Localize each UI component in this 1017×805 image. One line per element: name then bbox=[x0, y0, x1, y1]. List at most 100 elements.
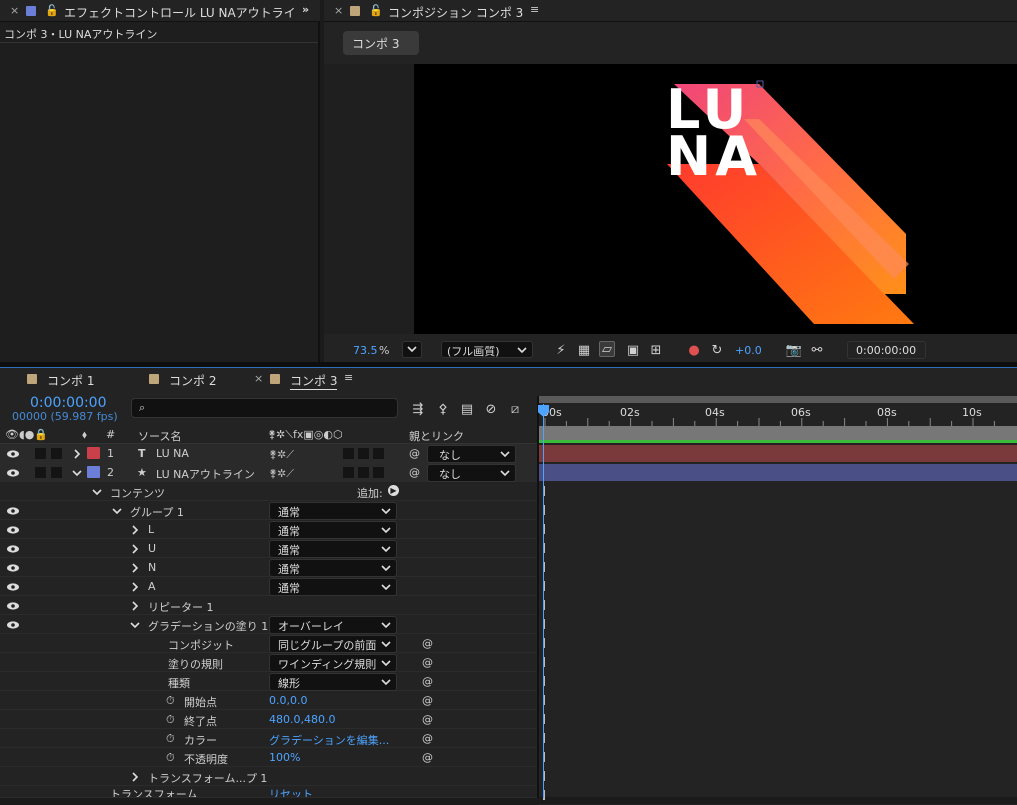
stopwatch-icon[interactable]: ⏱ bbox=[166, 694, 175, 708]
fill-rule-row[interactable]: 塗りの規則 ワインディング規則 @ bbox=[0, 653, 537, 672]
shape-row-u[interactable]: U 通常 bbox=[0, 539, 537, 558]
layer-switch-icons[interactable]: ⚵✲⟋ bbox=[269, 467, 294, 481]
pickwhip-icon[interactable]: @ bbox=[422, 675, 433, 688]
pickwhip-icon[interactable]: @ bbox=[422, 637, 433, 650]
stopwatch-icon[interactable]: ⏱ bbox=[166, 713, 175, 727]
composite-dropdown[interactable]: 同じグループの前面 bbox=[269, 635, 397, 653]
transform-group-row[interactable]: トランスフォーム...プ 1 bbox=[0, 767, 537, 786]
lock-toggle[interactable] bbox=[51, 448, 62, 459]
pickwhip-icon[interactable]: @ bbox=[409, 466, 420, 479]
panel-overflow-icon[interactable]: » bbox=[302, 3, 309, 16]
layer-switch-icons[interactable]: ⚵✲⟋ bbox=[269, 448, 294, 462]
collapse-caret-icon[interactable] bbox=[92, 487, 102, 497]
close-icon[interactable]: × bbox=[254, 372, 263, 385]
lock-icon[interactable]: 🔓 bbox=[45, 4, 59, 17]
transform-reset-link[interactable]: リセット bbox=[269, 786, 313, 797]
collapse-caret-icon[interactable] bbox=[130, 620, 140, 630]
current-time[interactable]: 0:00:00:00 bbox=[30, 395, 107, 411]
composition-tab[interactable]: × 🔓 コンポジション コンポ 3 ≡ bbox=[324, 0, 1017, 22]
start-point-row[interactable]: ⏱ 開始点 0.0,0.0 @ bbox=[0, 691, 537, 710]
pickwhip-icon[interactable]: @ bbox=[422, 656, 433, 669]
layer-label-color[interactable] bbox=[87, 447, 100, 459]
pickwhip-icon[interactable]: @ bbox=[422, 732, 433, 745]
fast-previews-icon[interactable]: ⚡ bbox=[553, 342, 569, 358]
exposure-value[interactable]: +0.0 bbox=[735, 344, 762, 357]
expand-caret-icon[interactable] bbox=[130, 544, 140, 554]
snapshot-camera-icon[interactable]: 📷 bbox=[786, 342, 802, 358]
repeater-row[interactable]: リピーター 1 bbox=[0, 596, 537, 615]
time-ruler[interactable]: 00s 02s 04s 06s 08s 10s bbox=[539, 396, 1017, 426]
tab-comp-3[interactable]: コンポ 3 bbox=[290, 372, 338, 390]
opacity-row[interactable]: ⏱ 不透明度 100% @ bbox=[0, 748, 537, 767]
grid-guides-icon[interactable]: ⊞ bbox=[648, 342, 664, 358]
collapse-caret-icon[interactable] bbox=[72, 468, 82, 478]
layer-bar-2[interactable] bbox=[539, 464, 1017, 481]
color-row[interactable]: ⏱ カラー グラデーションを編集... @ bbox=[0, 729, 537, 748]
opacity-value[interactable]: 100% bbox=[269, 751, 300, 764]
parent-dropdown[interactable]: なし bbox=[427, 445, 516, 463]
stopwatch-icon[interactable]: ⏱ bbox=[166, 732, 175, 746]
zoom-value[interactable]: 73.5 bbox=[353, 344, 378, 357]
exposure-reset-icon[interactable]: ↻ bbox=[709, 342, 725, 358]
eye-icon[interactable] bbox=[6, 468, 20, 478]
pickwhip-icon[interactable]: @ bbox=[422, 694, 433, 707]
layer-row-2[interactable]: 2 ★ LU NAアウトライン ⚵✲⟋ @ なし bbox=[0, 463, 537, 482]
stopwatch-icon[interactable]: ⏱ bbox=[166, 751, 175, 765]
type-row[interactable]: 種類 線形 @ bbox=[0, 672, 537, 691]
expand-caret-icon[interactable] bbox=[130, 525, 140, 535]
blend-mode-dropdown[interactable]: 通常 bbox=[269, 502, 397, 520]
switch-boxes[interactable] bbox=[343, 448, 387, 459]
tab-comp-2[interactable]: コンポ 2 bbox=[169, 372, 216, 389]
pickwhip-icon[interactable]: @ bbox=[422, 713, 433, 726]
gradient-type-dropdown[interactable]: 線形 bbox=[269, 673, 397, 691]
eye-icon[interactable] bbox=[6, 563, 20, 573]
eye-icon[interactable] bbox=[6, 544, 20, 554]
close-icon[interactable]: × bbox=[334, 4, 343, 17]
gradient-fill-row[interactable]: グラデーションの塗り 1 オーバーレイ bbox=[0, 615, 537, 634]
add-menu-icon[interactable]: ▶ bbox=[388, 485, 399, 496]
eye-icon[interactable] bbox=[6, 582, 20, 592]
eye-icon[interactable] bbox=[6, 449, 20, 459]
expand-caret-icon[interactable] bbox=[72, 449, 82, 459]
comp-flow-button[interactable]: コンポ 3 bbox=[343, 31, 419, 55]
pickwhip-icon[interactable]: @ bbox=[422, 751, 433, 764]
lock-icon[interactable]: 🔓 bbox=[369, 4, 383, 17]
eye-icon[interactable] bbox=[6, 506, 20, 516]
comp-viewer-canvas[interactable]: LU NA bbox=[414, 64, 1017, 334]
start-point-value[interactable]: 0.0,0.0 bbox=[269, 694, 307, 707]
end-point-row[interactable]: ⏱ 終了点 480.0,480.0 @ bbox=[0, 710, 537, 729]
switch-boxes[interactable] bbox=[343, 467, 387, 478]
resolution-dropdown[interactable]: (フル画質) bbox=[441, 341, 533, 358]
effect-controls-tab[interactable]: × 🔓 エフェクトコントロール LU NAアウトライン » bbox=[0, 0, 320, 22]
eye-icon[interactable] bbox=[6, 525, 20, 535]
channel-rgb-icon[interactable]: ● bbox=[686, 342, 702, 358]
end-point-value[interactable]: 480.0,480.0 bbox=[269, 713, 335, 726]
eye-icon[interactable] bbox=[6, 620, 20, 630]
expand-caret-icon[interactable] bbox=[130, 772, 140, 782]
blend-mode-dropdown[interactable]: 通常 bbox=[269, 559, 397, 577]
blend-mode-dropdown[interactable]: オーバーレイ bbox=[269, 616, 397, 634]
comp-timecode[interactable]: 0:00:00:00 bbox=[847, 341, 926, 359]
blend-mode-dropdown[interactable]: 通常 bbox=[269, 540, 397, 558]
work-area-range[interactable] bbox=[539, 426, 1017, 440]
zoom-dropdown[interactable] bbox=[402, 341, 422, 358]
panel-menu-icon[interactable]: ≡ bbox=[344, 371, 353, 384]
shape-row-a[interactable]: A 通常 bbox=[0, 577, 537, 596]
solo-toggle[interactable] bbox=[35, 467, 46, 478]
layer-bar-1[interactable] bbox=[539, 445, 1017, 462]
transparency-grid-icon[interactable]: ▦ bbox=[576, 342, 592, 358]
expand-caret-icon[interactable] bbox=[130, 582, 140, 592]
shape-row-n[interactable]: N 通常 bbox=[0, 558, 537, 577]
eye-icon[interactable] bbox=[6, 601, 20, 611]
parent-dropdown[interactable]: なし bbox=[427, 464, 516, 482]
comp-mini-flowchart-icon[interactable]: ⇶ bbox=[410, 401, 426, 417]
layer-name[interactable]: LU NAアウトライン bbox=[156, 466, 255, 482]
layer-search-input[interactable]: ⌕ bbox=[131, 398, 398, 418]
transform-row-partial[interactable]: トランスフォーム リセット bbox=[0, 786, 537, 798]
layer-row-1[interactable]: 1 T LU NA ⚵✲⟋ @ なし bbox=[0, 444, 537, 463]
contents-row[interactable]: コンテンツ 追加: ▶ bbox=[0, 482, 537, 501]
blend-mode-dropdown[interactable]: 通常 bbox=[269, 521, 397, 539]
close-icon[interactable]: × bbox=[10, 4, 19, 17]
solo-toggle[interactable] bbox=[35, 448, 46, 459]
hide-shy-icon[interactable]: ▤ bbox=[459, 401, 475, 417]
